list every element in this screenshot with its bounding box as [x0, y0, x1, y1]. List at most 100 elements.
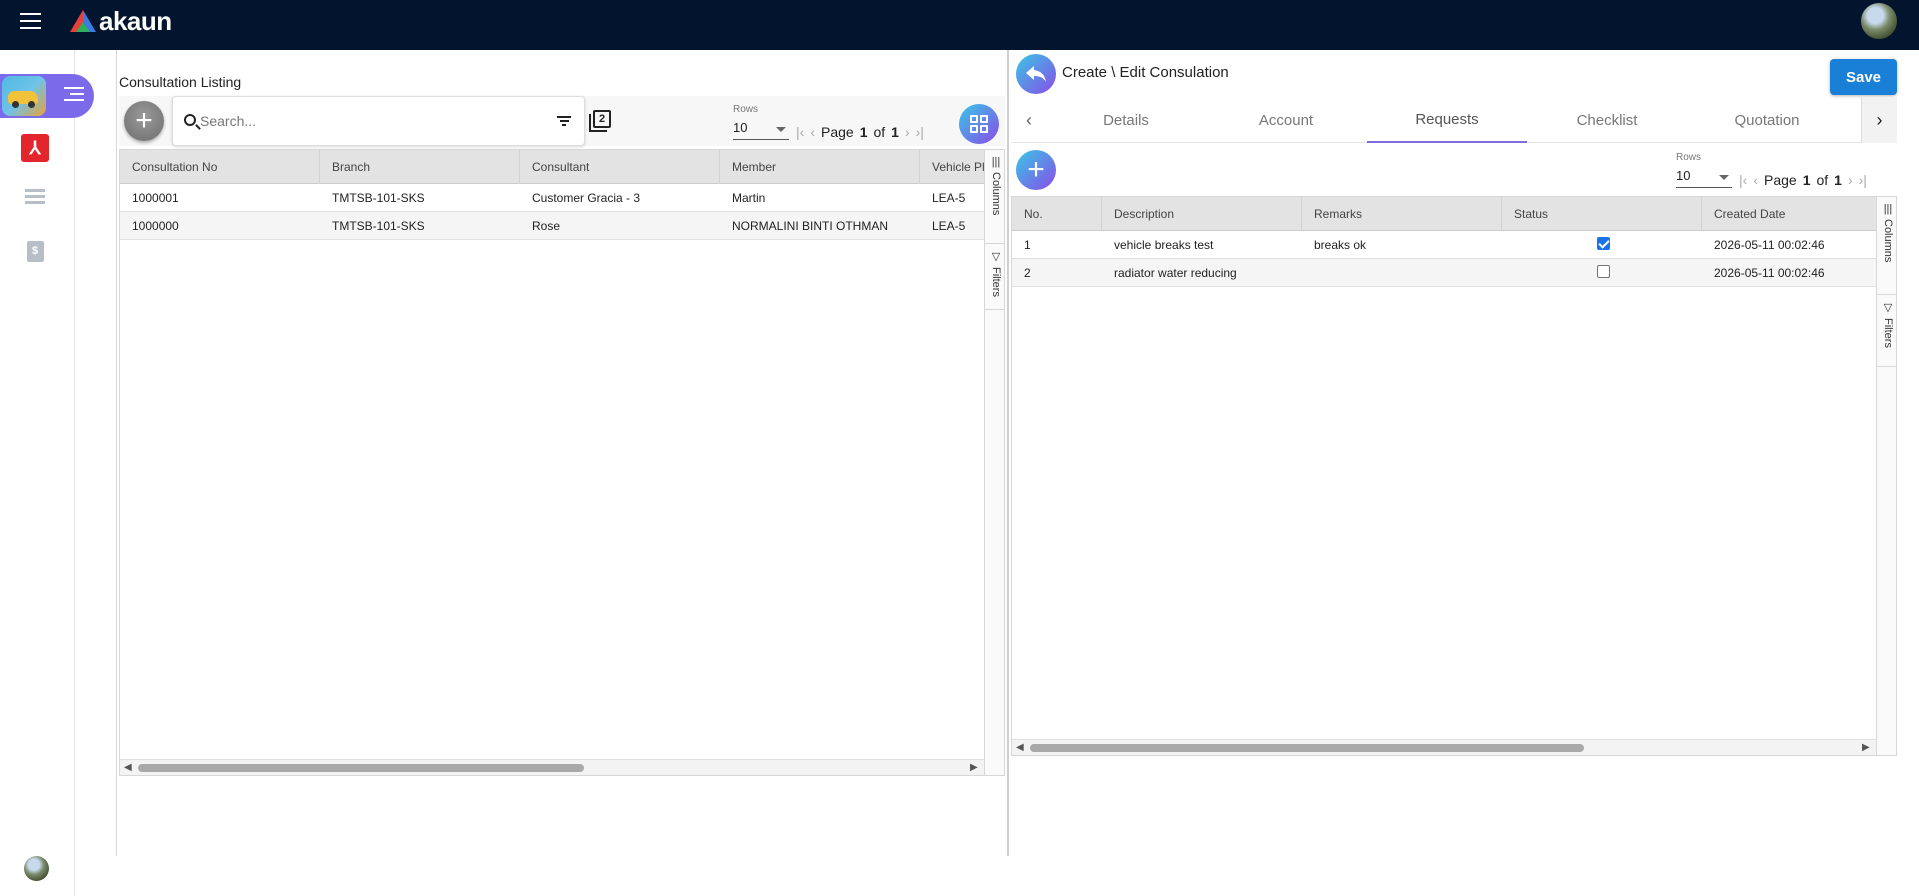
- back-arrow-icon: [1026, 66, 1046, 82]
- horizontal-scrollbar[interactable]: ◀ ▶: [120, 759, 984, 775]
- car-service-app-icon: [2, 76, 46, 116]
- column-header[interactable]: No.: [1012, 197, 1102, 231]
- column-header[interactable]: Branch: [320, 150, 520, 184]
- document-icon: $: [26, 240, 44, 262]
- table-row[interactable]: 2 radiator water reducing 2026-05-11 00:…: [1012, 259, 1876, 287]
- column-header[interactable]: Description: [1102, 197, 1302, 231]
- column-header[interactable]: Status: [1502, 197, 1702, 231]
- filters-tab-label: Filters: [1882, 318, 1894, 348]
- app-logo[interactable]: akaun: [70, 6, 172, 36]
- status-checkbox[interactable]: [1597, 265, 1610, 278]
- cell-consultation-no: 1000000: [132, 219, 179, 233]
- last-page-icon[interactable]: ›|: [1859, 172, 1867, 188]
- status-checkbox[interactable]: [1597, 237, 1610, 250]
- column-header[interactable]: Member: [720, 150, 920, 184]
- page-current: 1: [859, 124, 868, 140]
- first-page-icon[interactable]: |‹: [796, 124, 804, 140]
- cell-member: Martin: [732, 191, 766, 205]
- cell-vehicle: LEA-5: [932, 219, 966, 233]
- pdf-icon: ⅄: [21, 134, 49, 162]
- table-row[interactable]: 1000000 TMTSB-101-SKS Rose NORMALINI BIN…: [120, 212, 984, 240]
- tab-requests[interactable]: Requests: [1367, 97, 1527, 143]
- cell-remarks: breaks ok: [1314, 238, 1367, 252]
- collapse-menu-icon[interactable]: [64, 87, 84, 105]
- tab-details[interactable]: Details: [1046, 97, 1206, 143]
- column-header[interactable]: Remarks: [1302, 197, 1502, 231]
- tabs-prev-icon[interactable]: ‹: [1011, 97, 1047, 143]
- cell-consultant: Customer Gracia - 3: [532, 191, 641, 205]
- cell-created-date: 2026-05-11 00:02:46: [1714, 238, 1825, 252]
- page-of: of: [873, 124, 886, 140]
- cell-branch: TMTSB-101-SKS: [332, 191, 425, 205]
- next-page-icon[interactable]: ›: [905, 124, 910, 140]
- scroll-left-icon[interactable]: ◀: [1016, 742, 1024, 753]
- add-consultation-button[interactable]: +: [124, 101, 164, 141]
- cell-no: 1: [1024, 238, 1031, 252]
- table-row[interactable]: 1000001 TMTSB-101-SKS Customer Gracia - …: [120, 184, 984, 212]
- rows-label: Rows: [1676, 152, 1702, 163]
- first-page-icon[interactable]: |‹: [1739, 172, 1747, 188]
- prev-page-icon[interactable]: ‹: [1753, 172, 1758, 188]
- page-current: 1: [1802, 172, 1811, 188]
- scroll-right-icon[interactable]: ▶: [1862, 742, 1870, 753]
- sidebar-avatar[interactable]: [24, 856, 49, 881]
- rows-per-page-select[interactable]: 10: [1676, 168, 1732, 188]
- search-input[interactable]: [200, 109, 540, 133]
- cell-created-date: 2026-05-11 00:02:46: [1714, 266, 1825, 280]
- scroll-thumb[interactable]: [1030, 744, 1584, 752]
- cell-no: 2: [1024, 266, 1031, 280]
- requests-table: No. Description Remarks Status Created D…: [1011, 196, 1897, 756]
- akaun-logo-icon: [70, 10, 96, 32]
- top-bar: akaun: [0, 0, 1919, 50]
- back-button[interactable]: [1016, 54, 1056, 94]
- columns-icon: |||: [1883, 203, 1893, 215]
- columns-side-tab[interactable]: ||| Columns: [1877, 197, 1896, 295]
- side-tool-panel: ||| Columns ▽ Filters: [1876, 197, 1896, 755]
- table-row[interactable]: 1 vehicle breaks test breaks ok 2026-05-…: [1012, 231, 1876, 259]
- sidebar-item-document[interactable]: $: [20, 236, 50, 266]
- side-tool-panel: ||| Columns ▽ Filters: [984, 150, 1004, 775]
- user-avatar[interactable]: [1859, 1, 1899, 41]
- search-icon: [184, 114, 196, 126]
- last-page-icon[interactable]: ›|: [916, 124, 924, 140]
- cell-description: vehicle breaks test: [1114, 238, 1214, 252]
- column-header[interactable]: Consultant: [520, 150, 720, 184]
- cell-vehicle: LEA-5: [932, 191, 966, 205]
- column-header[interactable]: Vehicle Pl: [920, 150, 984, 184]
- scroll-thumb[interactable]: [138, 764, 584, 772]
- cell-member: NORMALINI BINTI OTHMAN: [732, 219, 889, 233]
- active-app-pill[interactable]: [0, 74, 94, 118]
- rows-per-page-select[interactable]: 10: [733, 120, 789, 140]
- scroll-right-icon[interactable]: ▶: [970, 762, 978, 773]
- columns-side-tab[interactable]: ||| Columns: [985, 150, 1004, 244]
- filters-side-tab[interactable]: ▽ Filters: [1877, 295, 1896, 367]
- sidebar-item-pdf[interactable]: ⅄: [20, 133, 50, 163]
- tabs-next-icon[interactable]: ›: [1861, 97, 1897, 143]
- copy-icon[interactable]: 2: [589, 110, 611, 132]
- tab-quotation[interactable]: Quotation: [1687, 97, 1847, 143]
- cell-consultant: Rose: [532, 219, 561, 233]
- filters-side-tab[interactable]: ▽ Filters: [985, 244, 1004, 310]
- prev-page-icon[interactable]: ‹: [810, 124, 815, 140]
- tab-account[interactable]: Account: [1206, 97, 1366, 143]
- sidebar-item-list[interactable]: [20, 182, 50, 212]
- rows-value: 10: [733, 120, 748, 135]
- listing-title: Consultation Listing: [119, 74, 242, 90]
- panel-divider[interactable]: [1007, 50, 1009, 856]
- cell-branch: TMTSB-101-SKS: [332, 219, 425, 233]
- column-header[interactable]: Created Date: [1702, 197, 1876, 231]
- filter-icon[interactable]: [557, 116, 571, 127]
- column-header[interactable]: Consultation No: [120, 150, 320, 184]
- consultation-table: Consultation No Branch Consultant Member…: [119, 149, 1005, 776]
- add-request-button[interactable]: +: [1016, 150, 1056, 190]
- horizontal-scrollbar[interactable]: ◀ ▶: [1012, 739, 1876, 755]
- page-of: of: [1816, 172, 1829, 188]
- tab-checklist[interactable]: Checklist: [1527, 97, 1687, 143]
- rows-label: Rows: [733, 104, 759, 115]
- next-page-icon[interactable]: ›: [1848, 172, 1853, 188]
- main-left-border: [116, 50, 117, 856]
- hamburger-icon[interactable]: [20, 13, 41, 29]
- scroll-left-icon[interactable]: ◀: [124, 762, 132, 773]
- save-button[interactable]: Save: [1830, 59, 1897, 95]
- grid-view-button[interactable]: [959, 104, 999, 144]
